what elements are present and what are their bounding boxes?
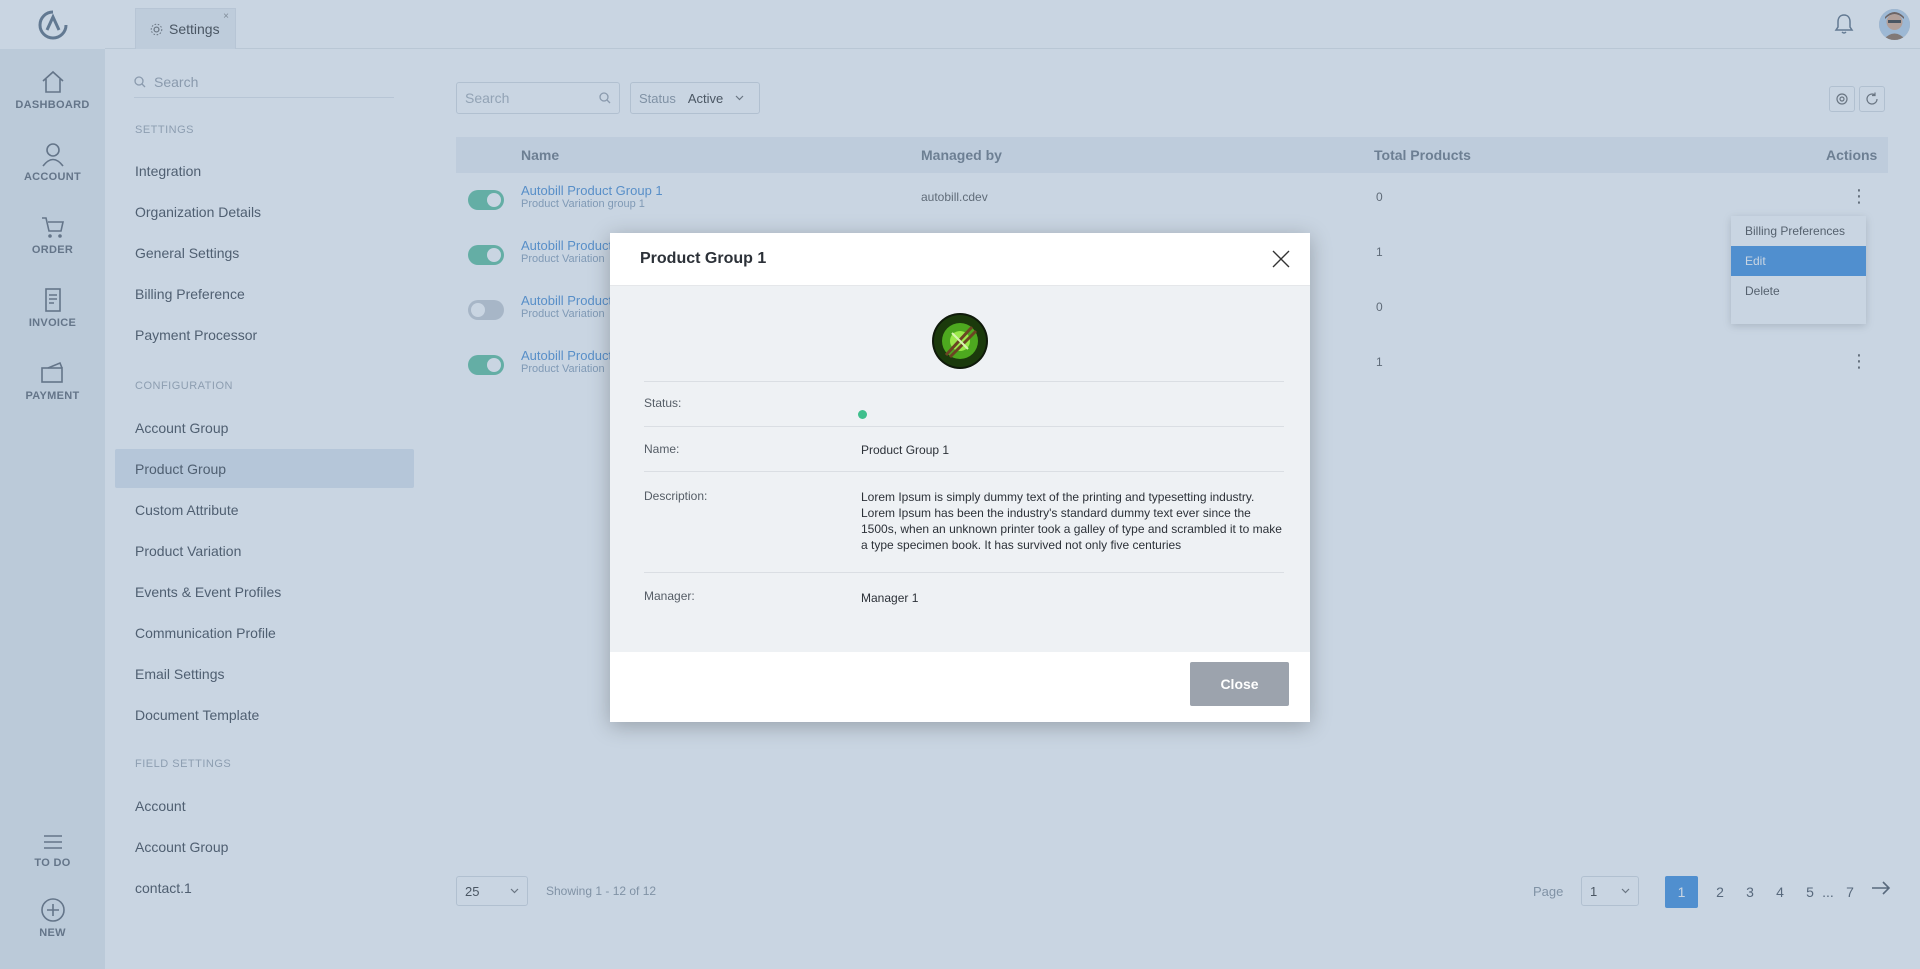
manager-label: Manager:: [644, 589, 695, 603]
detail-row-name: Name: Product Group 1: [644, 426, 1284, 471]
name-value: Product Group 1: [861, 443, 950, 457]
product-group-image: [932, 313, 988, 369]
status-label: Status:: [644, 396, 682, 410]
modal-footer: Close: [610, 652, 1310, 722]
status-active-dot: [858, 410, 867, 419]
detail-row-description: Description: Lorem Ipsum is simply dummy…: [644, 471, 1284, 572]
manager-value: Manager 1: [861, 591, 919, 605]
modal-body: Status: Name: Product Group 1 Descriptio…: [610, 286, 1310, 652]
detail-row-status: Status:: [644, 381, 1284, 426]
modal-title: Product Group 1: [640, 250, 767, 267]
product-group-avatar-icon: [934, 315, 986, 367]
description-value: Lorem Ipsum is simply dummy text of the …: [861, 490, 1282, 552]
modal-header: Product Group 1: [610, 233, 1310, 286]
product-group-modal: Product Group 1 Status: Name: Product Gr…: [610, 233, 1310, 722]
close-button[interactable]: Close: [1190, 662, 1289, 706]
detail-row-manager: Manager: Manager 1: [644, 572, 1284, 627]
close-icon[interactable]: [1272, 250, 1290, 268]
description-label: Description:: [644, 489, 708, 503]
name-label: Name:: [644, 442, 680, 456]
